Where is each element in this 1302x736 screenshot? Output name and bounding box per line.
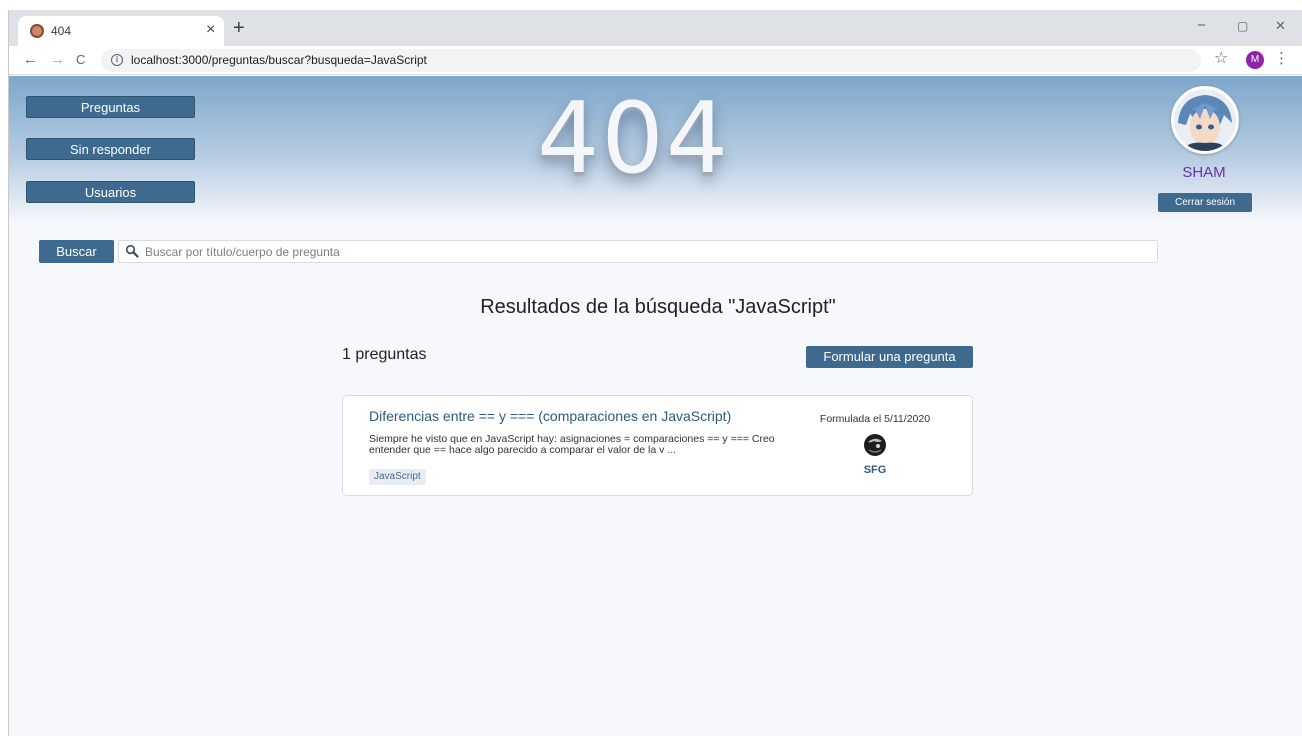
minimize-icon[interactable]: − xyxy=(1197,18,1206,34)
forward-icon[interactable]: → xyxy=(50,51,65,69)
question-tag[interactable]: JavaScript xyxy=(369,469,426,485)
question-card: Diferencias entre == y === (comparacione… xyxy=(342,395,973,496)
author-avatar-icon[interactable] xyxy=(862,432,888,458)
site-header: Preguntas Sin responder Usuarios 404 SHA… xyxy=(9,76,1302,224)
favicon-icon xyxy=(30,24,44,38)
search-button[interactable]: Buscar xyxy=(39,240,114,263)
ask-question-button[interactable]: Formular una pregunta xyxy=(806,346,973,368)
tab-close-icon[interactable]: × xyxy=(206,21,215,39)
browser-menu-icon[interactable]: ⋮ xyxy=(1274,50,1289,68)
question-author[interactable]: SFG xyxy=(835,464,915,476)
question-date: Formulada el 5/11/2020 xyxy=(819,413,931,425)
back-icon[interactable]: ← xyxy=(23,51,38,69)
new-tab-icon[interactable]: + xyxy=(233,18,245,38)
close-window-icon[interactable]: ✕ xyxy=(1275,18,1286,34)
address-bar[interactable]: i localhost:3000/preguntas/buscar?busque… xyxy=(101,49,1201,72)
profile-avatar[interactable]: M xyxy=(1246,51,1264,69)
bookmark-star-icon[interactable]: ☆ xyxy=(1214,50,1228,68)
anime-avatar-icon xyxy=(1174,89,1236,151)
url-text[interactable]: localhost:3000/preguntas/buscar?busqueda… xyxy=(131,53,427,67)
nav-preguntas-button[interactable]: Preguntas xyxy=(26,96,195,118)
logout-button[interactable]: Cerrar sesión xyxy=(1158,193,1252,212)
browser-tab[interactable]: 404 × xyxy=(18,16,224,46)
username[interactable]: SHAM xyxy=(1157,164,1251,181)
nav-sin-responder-button[interactable]: Sin responder xyxy=(26,138,195,160)
user-avatar[interactable] xyxy=(1171,86,1239,154)
search-box[interactable] xyxy=(118,240,1158,263)
reload-icon[interactable]: C xyxy=(76,51,85,69)
question-title-link[interactable]: Diferencias entre == y === (comparacione… xyxy=(369,408,731,424)
nav-usuarios-button[interactable]: Usuarios xyxy=(26,181,195,203)
search-input[interactable] xyxy=(145,243,1145,260)
info-icon[interactable]: i xyxy=(111,54,123,66)
results-title: Resultados de la búsqueda "JavaScript" xyxy=(480,296,836,318)
page-content: Preguntas Sin responder Usuarios 404 SHA… xyxy=(9,76,1302,736)
tab-strip: 404 × + − ▢ ✕ xyxy=(9,10,1302,46)
tab-title: 404 xyxy=(51,24,72,38)
site-logo[interactable]: 404 xyxy=(537,84,730,194)
browser-window: 404 × + − ▢ ✕ ← → C i localhost:3000/pre… xyxy=(8,10,1302,736)
question-excerpt: Siempre he visto que en JavaScript hay: … xyxy=(369,433,775,456)
maximize-icon[interactable]: ▢ xyxy=(1237,18,1248,34)
browser-toolbar: ← → C i localhost:3000/preguntas/buscar?… xyxy=(9,46,1302,75)
results-count: 1 preguntas xyxy=(342,346,427,363)
search-icon xyxy=(125,244,139,258)
